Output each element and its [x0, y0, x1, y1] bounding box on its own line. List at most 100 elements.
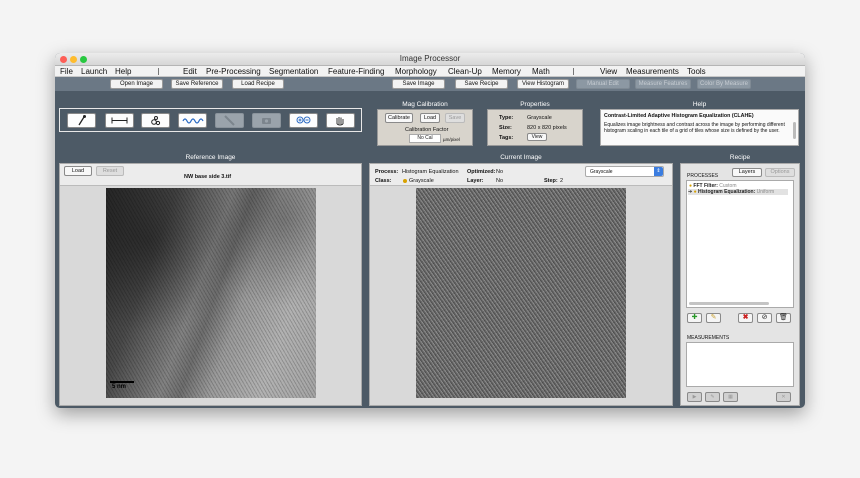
menu-segmentation[interactable]: Segmentation: [269, 66, 318, 77]
save-reference-button[interactable]: Save Reference: [171, 79, 223, 89]
measurements-list: [686, 342, 794, 387]
help-panel: Contrast-Limited Adaptive Histogram Equa…: [600, 109, 799, 146]
manual-edit-button[interactable]: Manual Edit: [576, 79, 630, 89]
pencil-icon: ✎: [710, 394, 715, 400]
view-tags-button[interactable]: View: [527, 133, 547, 141]
menu-bar: File Launch Help Edit Pre-Processing Seg…: [55, 66, 805, 77]
process-dot-icon: ●: [693, 189, 697, 195]
reference-image[interactable]: 5 nm: [106, 188, 316, 398]
menu-math[interactable]: Math: [532, 66, 550, 77]
tool-palette: [59, 108, 362, 132]
process-list-scrollbar[interactable]: [689, 302, 769, 305]
prohibit-icon: ⊘: [761, 314, 768, 321]
type-value: Grayscale: [527, 115, 552, 121]
trash-process-button[interactable]: 🗑: [776, 313, 791, 323]
help-scrollbar[interactable]: [793, 122, 796, 139]
current-image[interactable]: [416, 188, 626, 398]
properties-title: Properties: [520, 101, 550, 108]
view-histogram-button[interactable]: View Histogram: [517, 79, 569, 89]
line-tool[interactable]: [215, 113, 244, 128]
save-calibration-button[interactable]: Save: [445, 113, 465, 123]
optimized-label: Optimized:: [467, 169, 496, 175]
tab-layers[interactable]: Layers: [732, 168, 762, 177]
properties-panel: Type: Grayscale Size: 820 x 820 pixels T…: [487, 109, 583, 146]
delete-process-button[interactable]: ✖: [738, 313, 753, 323]
color-mode-select[interactable]: Grayscale ⇕: [585, 166, 664, 177]
reset-reference-button[interactable]: Reset: [96, 166, 124, 176]
particle-icon: [151, 116, 161, 126]
step-label: Step:: [544, 178, 558, 184]
delete-x-icon: ✖: [742, 314, 749, 321]
measure-line-tool[interactable]: [105, 113, 134, 128]
layer-value: No: [496, 178, 504, 184]
class-indicator-dot: [403, 179, 407, 183]
calibration-factor-field[interactable]: No Cal: [409, 134, 441, 143]
table-measure-button[interactable]: ▦: [723, 392, 738, 402]
pan-tool[interactable]: [326, 113, 355, 128]
load-recipe-button[interactable]: Load Recipe: [232, 79, 284, 89]
load-reference-button[interactable]: Load: [64, 166, 92, 176]
menu-file[interactable]: File: [60, 66, 73, 77]
processes-label: PROCESSES: [687, 173, 719, 179]
eyedropper-tool[interactable]: [67, 113, 96, 128]
menu-separator: [158, 68, 159, 75]
menu-view[interactable]: View: [600, 66, 617, 77]
menu-morphology[interactable]: Morphology: [395, 66, 437, 77]
edit-process-button[interactable]: ✎: [706, 313, 721, 323]
process-label: Process:: [375, 169, 399, 175]
menu-clean-up[interactable]: Clean-Up: [448, 66, 482, 77]
add-process-button[interactable]: ✚: [687, 313, 702, 323]
profile-tool[interactable]: [178, 113, 207, 128]
wave-profile-icon: [182, 118, 204, 124]
step-value: 2: [560, 178, 564, 184]
measure-line-icon: [111, 117, 128, 124]
menu-edit[interactable]: Edit: [183, 66, 197, 77]
load-calibration-button[interactable]: Load: [420, 113, 440, 123]
color-mode-value: Grayscale: [590, 169, 613, 175]
type-label: Type:: [499, 115, 514, 121]
measure-features-button[interactable]: Measure Features: [635, 79, 691, 89]
process-item-name: Histogram Equalization:: [698, 189, 756, 195]
menu-feature-finding[interactable]: Feature-Finding: [328, 66, 384, 77]
mag-calibration-title: Mag Calibration: [402, 101, 448, 108]
eyedropper-icon: [78, 115, 86, 126]
optimized-value: No: [496, 169, 504, 175]
play-icon: ▶: [692, 394, 697, 400]
snapshot-tool[interactable]: [252, 113, 281, 128]
menu-memory[interactable]: Memory: [492, 66, 521, 77]
camera-icon: [262, 118, 271, 124]
save-recipe-button[interactable]: Save Recipe: [455, 79, 508, 89]
color-by-measure-button[interactable]: Color By Measure: [697, 79, 751, 89]
particle-tool[interactable]: [141, 113, 170, 128]
pan-hand-icon: [336, 117, 344, 126]
pencil-icon: ✎: [710, 314, 717, 321]
menu-launch[interactable]: Launch: [81, 66, 107, 77]
help-heading: Contrast-Limited Adaptive Histogram Equa…: [604, 113, 754, 119]
open-image-button[interactable]: Open Image: [110, 79, 163, 89]
zoom-tool[interactable]: [289, 113, 318, 128]
measurements-label: MEASUREMENTS: [687, 335, 730, 341]
tab-options[interactable]: Options: [765, 168, 795, 177]
calibrate-button[interactable]: Calibrate: [385, 113, 413, 123]
reference-image-panel: Load Reset NW base side 3.tif 5 nm: [59, 163, 362, 406]
play-measure-button[interactable]: ▶: [687, 392, 702, 402]
disable-process-button[interactable]: ⊘: [757, 313, 772, 323]
menu-separator: [573, 68, 574, 75]
process-item-selected[interactable]: ➔ ● Histogram Equalization: Uniform: [688, 189, 788, 195]
edit-measure-button[interactable]: ✎: [705, 392, 720, 402]
zoom-icon: [296, 116, 311, 124]
menu-measurements[interactable]: Measurements: [626, 66, 679, 77]
calibration-factor-label: Calibration Factor: [405, 127, 449, 133]
delete-measure-button[interactable]: ✕: [776, 392, 791, 402]
window-title: Image Processor: [399, 54, 461, 63]
menu-pre-processing[interactable]: Pre-Processing: [206, 66, 261, 77]
process-list: ● FFT Filter: Custom ➔ ● Histogram Equal…: [686, 180, 794, 308]
menu-tools[interactable]: Tools: [687, 66, 706, 77]
mag-calibration-panel: Calibrate Load Save Calibration Factor N…: [377, 109, 473, 146]
trash-icon: 🗑: [779, 314, 788, 321]
menu-help[interactable]: Help: [115, 66, 131, 77]
reference-image-title: Reference Image: [185, 154, 236, 161]
help-body: Equalizes image brightness and contrast …: [604, 122, 785, 135]
save-image-button[interactable]: Save Image: [392, 79, 445, 89]
current-step-arrow-icon: ➔: [688, 189, 693, 195]
